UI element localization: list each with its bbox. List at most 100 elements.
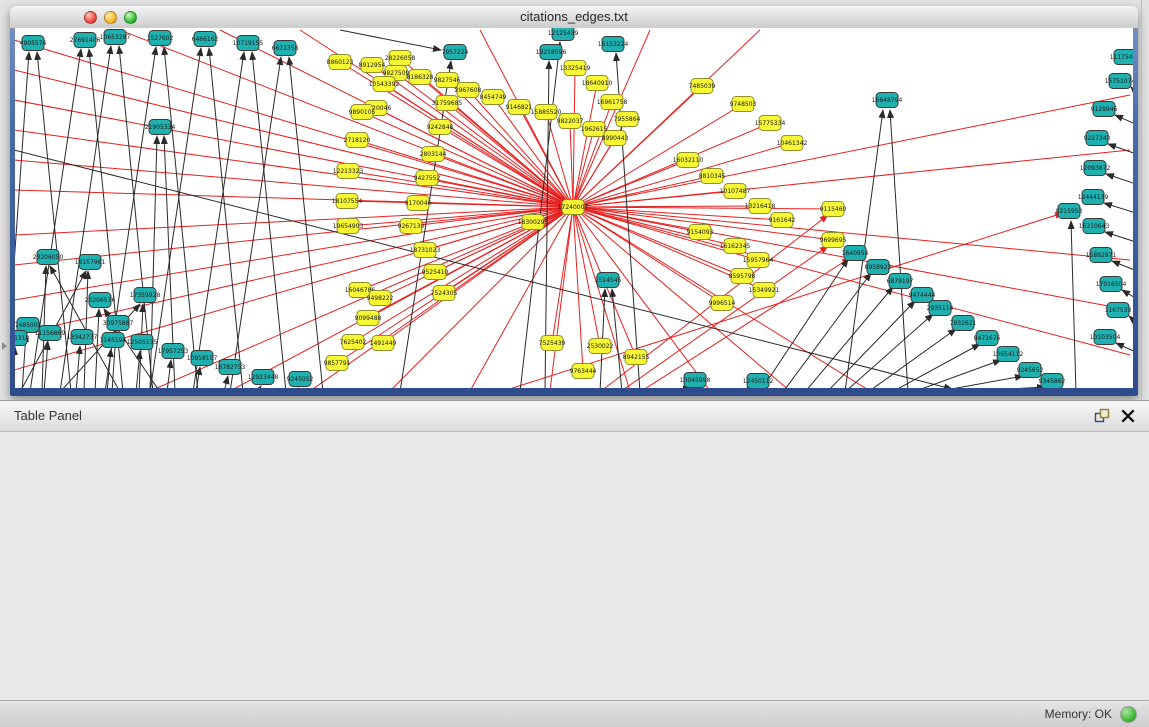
graph-node[interactable]: 12450112 [743, 374, 774, 389]
west-panel-collapse-arrow[interactable] [2, 342, 7, 350]
network-canvas[interactable]: 4905574276914061065328715276026466162107… [15, 28, 1133, 388]
graph-node[interactable]: 15957964 [743, 253, 774, 268]
graph-node[interactable]: 15751074 [1105, 74, 1133, 89]
graph-edge[interactable] [224, 376, 228, 388]
graph-edge[interactable] [1105, 232, 1133, 244]
graph-edge[interactable] [289, 57, 323, 388]
graph-node[interactable]: 11156869 [35, 326, 66, 341]
graph-node[interactable]: 1145194 [100, 333, 127, 348]
graph-node[interactable]: 6879197 [887, 274, 914, 289]
graph-edge[interactable] [573, 191, 735, 207]
graph-node[interactable]: 20206576 [85, 293, 116, 308]
graph-node[interactable]: 30975887 [103, 316, 134, 331]
graph-node[interactable]: 1167533 [1105, 303, 1132, 318]
graph-node[interactable]: 1640954 [842, 246, 869, 261]
graph-node[interactable]: 7625402 [340, 335, 367, 350]
graph-node[interactable]: 7524305 [431, 286, 458, 301]
graph-edge[interactable] [164, 47, 198, 388]
graph-node[interactable]: 12444139 [1078, 190, 1109, 205]
graph-node[interactable]: 7955864 [614, 112, 641, 127]
graph-edge[interactable] [230, 207, 573, 388]
graph-node[interactable]: 10654112 [993, 347, 1024, 362]
graph-node[interactable]: 9748503 [730, 97, 757, 112]
graph-node[interactable]: 9345862 [1039, 374, 1066, 389]
graph-node[interactable]: 9129946 [1091, 102, 1118, 117]
network-window-titlebar[interactable]: citations_edges.txt [10, 6, 1138, 29]
close-panel-icon[interactable] [1119, 407, 1137, 425]
graph-node[interactable]: 16961758 [597, 95, 628, 110]
graph-edge[interactable] [573, 207, 1130, 355]
graph-node[interactable]: 16210643 [1079, 219, 1110, 234]
graph-node[interactable]: 9699695 [820, 233, 847, 248]
graph-edge[interactable] [357, 140, 573, 207]
graph-edge[interactable] [1104, 203, 1133, 215]
graph-edge[interactable] [573, 176, 712, 207]
graph-edge[interactable] [257, 386, 261, 388]
graph-edge[interactable] [1115, 115, 1133, 127]
graph-node[interactable]: 9857791 [324, 356, 351, 371]
graph-node[interactable]: 9822037 [557, 114, 584, 129]
graph-node[interactable]: 15892971 [1086, 248, 1117, 263]
graph-node[interactable]: 1514545 [595, 273, 622, 288]
graph-edge[interactable] [573, 129, 594, 207]
graph-node[interactable]: 11175434 [1110, 50, 1133, 65]
graph-edge[interactable] [890, 110, 908, 388]
graph-node[interactable]: 9115460 [820, 202, 847, 217]
graph-node[interactable]: 8810345 [699, 169, 726, 184]
graph-node[interactable]: 16032110 [673, 153, 704, 168]
graph-edge[interactable] [15, 160, 573, 207]
graph-edge[interactable] [935, 376, 1023, 388]
graph-node[interactable]: 9827546 [434, 73, 461, 88]
graph-node[interactable]: 18157961 [75, 255, 106, 270]
graph-edge[interactable] [15, 130, 573, 207]
graph-node[interactable]: 10543392 [369, 77, 400, 92]
graph-node[interactable]: 8958923 [865, 260, 892, 275]
graph-node[interactable]: 31759685 [432, 96, 463, 111]
graph-edge[interactable] [550, 207, 573, 388]
graph-edge[interactable] [340, 30, 441, 50]
graph-edge[interactable] [1129, 316, 1133, 328]
graph-node[interactable]: 9245652 [1017, 363, 1044, 378]
graph-node[interactable]: 18107554 [332, 194, 363, 209]
graph-node[interactable]: 8860123 [327, 55, 354, 70]
graph-node[interactable]: 17016504 [1096, 277, 1127, 292]
graph-node[interactable]: 12125439 [548, 28, 579, 41]
graph-node[interactable]: 9170046 [405, 196, 432, 211]
graph-node[interactable]: 8595798 [729, 269, 756, 284]
graph-node[interactable]: 19654903 [333, 219, 364, 234]
graph-edge[interactable] [167, 360, 171, 388]
graph-node[interactable]: 8912954 [359, 58, 386, 73]
graph-node[interactable]: 8454749 [480, 90, 507, 105]
graph-edge[interactable] [150, 48, 201, 388]
graph-node[interactable]: 18300295 [518, 215, 549, 230]
graph-node[interactable]: 13342737 [67, 330, 98, 345]
graph-node[interactable]: 9525410 [422, 265, 449, 280]
graph-edge[interactable] [193, 52, 244, 388]
graph-node[interactable]: 6466162 [192, 32, 219, 47]
graph-node[interactable]: 4905574 [20, 36, 47, 51]
graph-node[interactable]: 7485039 [689, 79, 716, 94]
graph-edge[interactable] [573, 207, 833, 209]
graph-edge[interactable] [1071, 221, 1076, 388]
graph-node[interactable]: 10045998 [680, 373, 711, 388]
graph-node[interactable]: 10653287 [100, 30, 131, 45]
graph-edge[interactable] [44, 342, 48, 388]
graph-node[interactable]: 10719155 [233, 36, 264, 51]
graph-node[interactable]: 12093872 [1080, 161, 1111, 176]
graph-node[interactable]: 2967608 [455, 83, 482, 98]
graph-edge[interactable] [573, 68, 575, 207]
graph-node[interactable]: 12923448 [248, 370, 279, 385]
graph-node[interactable]: 9427552 [414, 171, 441, 186]
graph-node[interactable]: 12213323 [333, 164, 364, 179]
graph-edge[interactable] [913, 360, 1001, 388]
graph-node[interactable]: 9763444 [570, 364, 597, 379]
graph-node[interactable]: 2935114 [927, 301, 954, 316]
graph-edge[interactable] [252, 52, 286, 388]
graph-node[interactable]: 16782753 [215, 360, 246, 375]
graph-edge[interactable] [620, 246, 828, 388]
graph-node[interactable]: 2803144 [420, 147, 447, 162]
graph-node[interactable]: 1491449 [370, 336, 397, 351]
network-graph[interactable]: 4905574276914061065328715276026466162107… [15, 28, 1133, 388]
graph-node[interactable]: 16648794 [872, 93, 903, 108]
graph-node[interactable]: 27691406 [70, 33, 101, 48]
